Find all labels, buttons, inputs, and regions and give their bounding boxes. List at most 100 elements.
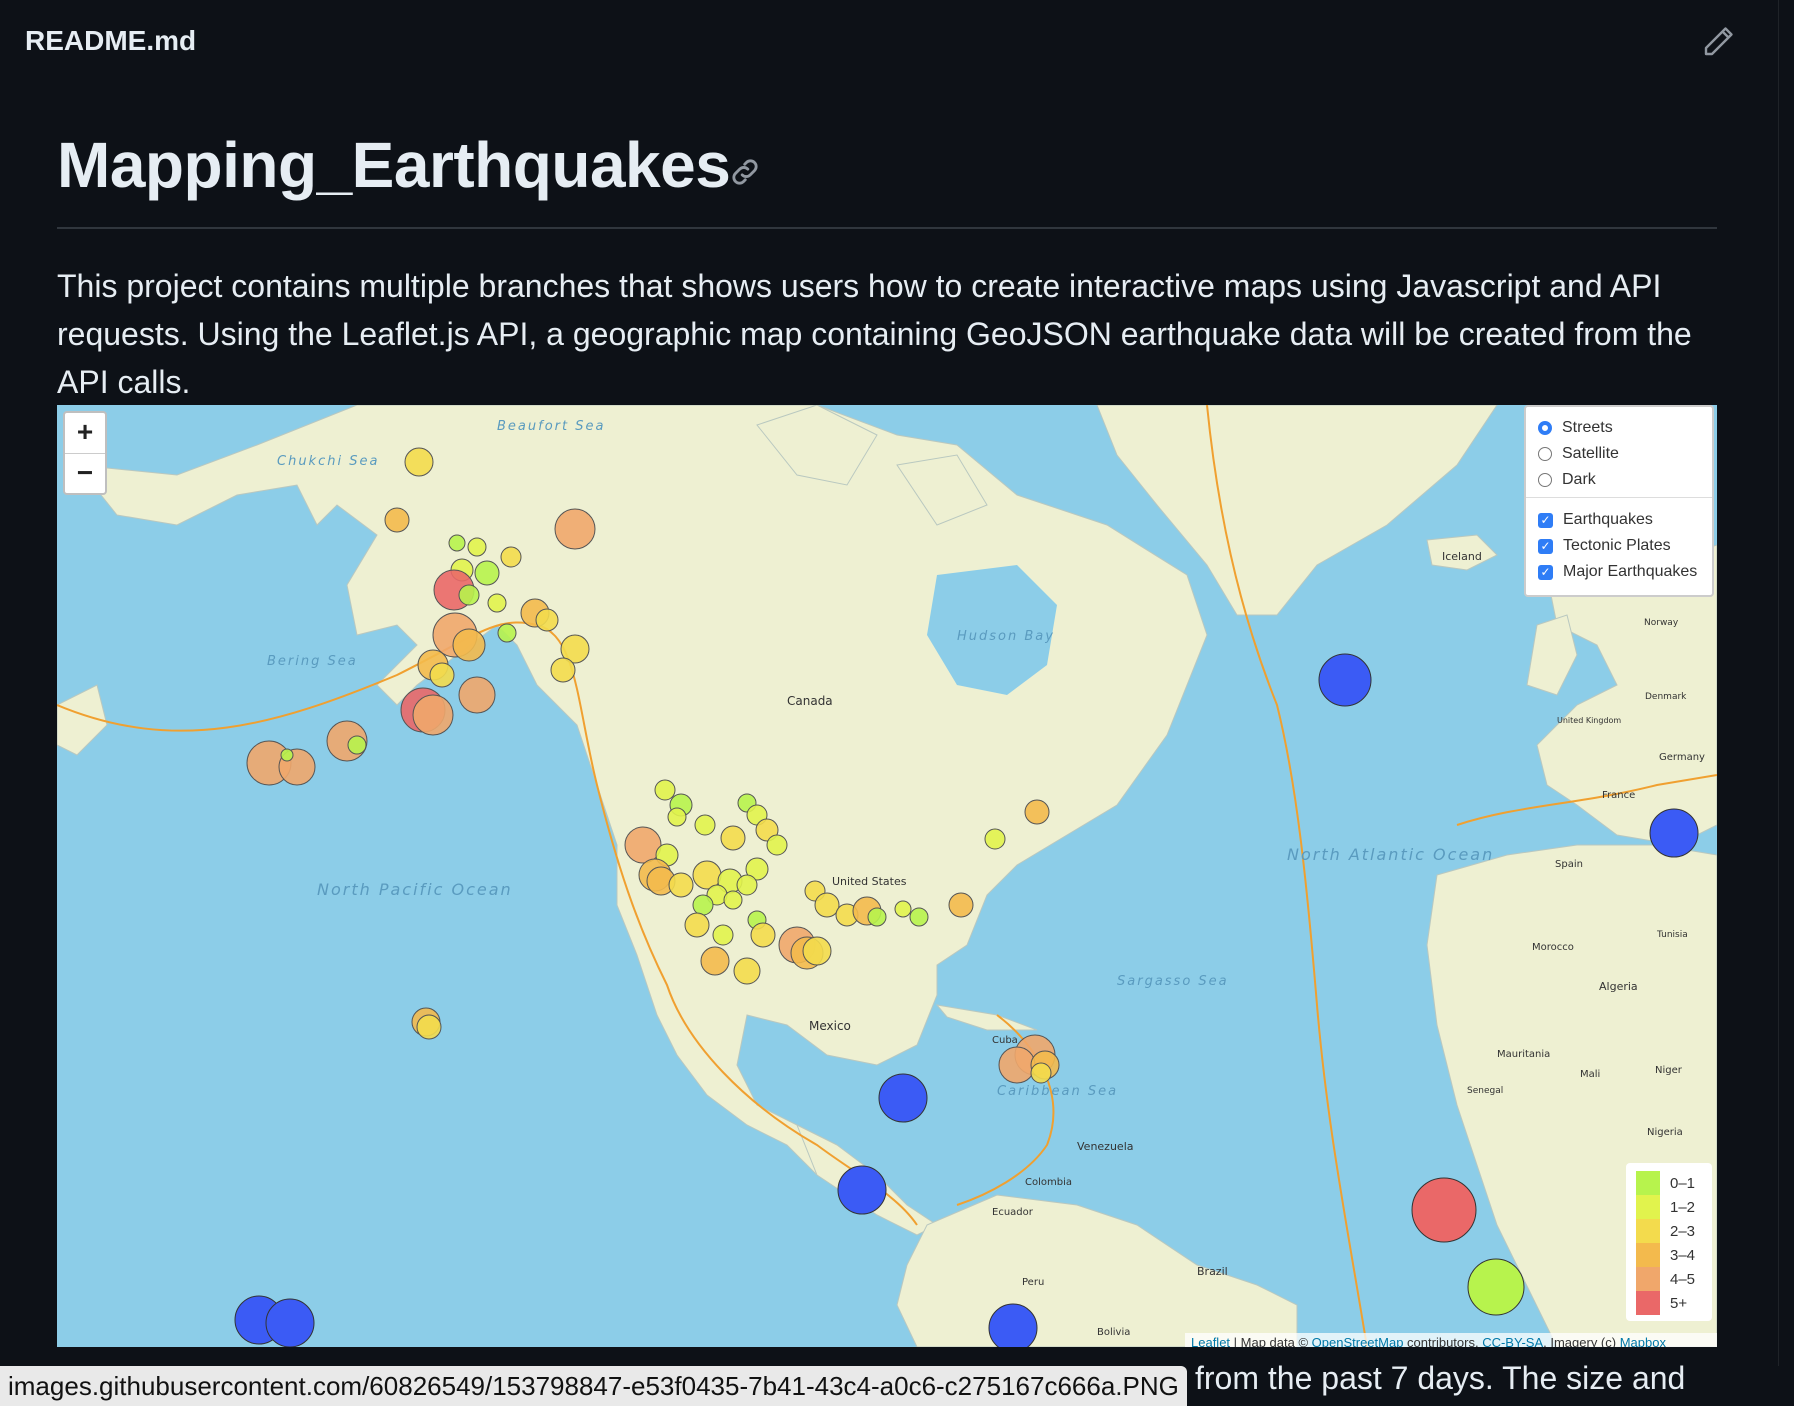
legend-item: 4–5 xyxy=(1636,1267,1695,1291)
scrollbar[interactable] xyxy=(1778,0,1794,1366)
earthquake-marker[interactable] xyxy=(766,834,788,856)
earthquake-marker[interactable] xyxy=(723,890,743,910)
earthquake-marker[interactable] xyxy=(667,807,687,827)
earthquake-marker[interactable] xyxy=(404,447,434,477)
osm-link[interactable]: OpenStreetMap xyxy=(1312,1335,1404,1347)
base-layer-satellite[interactable]: Satellite xyxy=(1538,443,1619,465)
map-attribution: Leaflet | Map data © OpenStreetMap contr… xyxy=(1185,1333,1717,1347)
magnitude-legend: 0–1 1–2 2–3 3–4 4–5 5+ xyxy=(1626,1163,1712,1321)
legend-item: 1–2 xyxy=(1636,1195,1695,1219)
overlay-tectonic-plates[interactable]: ✓ Tectonic Plates xyxy=(1538,535,1671,557)
label-brazil: Brazil xyxy=(1197,1265,1228,1278)
earthquake-marker[interactable] xyxy=(668,872,694,898)
link-icon[interactable] xyxy=(728,155,762,189)
label-united-states: United States xyxy=(832,875,907,888)
label-caribbean: Caribbean Sea xyxy=(997,1084,1118,1099)
zoom-in-button[interactable]: + xyxy=(65,413,105,454)
major-earthquake-marker[interactable] xyxy=(837,1165,887,1215)
pencil-icon[interactable] xyxy=(1700,24,1736,60)
earthquake-marker[interactable] xyxy=(694,814,716,836)
earthquake-marker[interactable] xyxy=(867,907,887,927)
earthquake-marker[interactable] xyxy=(684,912,710,938)
label-north-pacific: North Pacific Ocean xyxy=(317,880,513,899)
earthquake-marker[interactable] xyxy=(998,1046,1036,1084)
label-niger: Niger xyxy=(1655,1065,1683,1076)
earthquake-marker[interactable] xyxy=(984,828,1006,850)
earthquake-marker[interactable] xyxy=(750,922,776,948)
earthquake-marker[interactable] xyxy=(692,894,714,916)
legend-swatch xyxy=(1636,1219,1660,1243)
earthquake-marker[interactable] xyxy=(720,825,746,851)
label-tunisia: Tunisia xyxy=(1656,930,1688,940)
earthquake-marker[interactable] xyxy=(452,628,486,662)
earthquake-marker[interactable] xyxy=(384,507,410,533)
earthquake-marker[interactable] xyxy=(347,735,367,755)
mapbox-link[interactable]: Mapbox xyxy=(1620,1335,1666,1347)
layer-divider xyxy=(1526,497,1712,498)
earthquake-marker[interactable] xyxy=(448,534,466,552)
earthquake-marker[interactable] xyxy=(736,874,758,896)
earthquake-marker[interactable] xyxy=(467,537,487,557)
label-algeria: Algeria xyxy=(1599,980,1638,993)
label-cuba: Cuba xyxy=(992,1035,1018,1046)
earthquake-marker[interactable] xyxy=(535,608,559,632)
label-beaufort: Beaufort Sea xyxy=(497,419,605,434)
earthquake-marker[interactable] xyxy=(412,694,454,736)
major-earthquake-marker[interactable] xyxy=(1411,1177,1477,1243)
legend-item: 2–3 xyxy=(1636,1219,1695,1243)
leaflet-link[interactable]: Leaflet xyxy=(1191,1335,1230,1347)
major-earthquake-marker[interactable] xyxy=(878,1073,928,1123)
label-hudson: Hudson Bay xyxy=(957,629,1055,644)
earthquake-map[interactable]: North Pacific Ocean North Atlantic Ocean… xyxy=(57,405,1717,1347)
page-title: Mapping_Earthquakes xyxy=(57,129,731,201)
earthquake-marker[interactable] xyxy=(554,508,596,550)
label-united-kingdom: United Kingdom xyxy=(1557,716,1621,725)
earthquake-marker[interactable] xyxy=(1024,799,1050,825)
radio-icon[interactable] xyxy=(1538,421,1552,435)
earthquake-marker[interactable] xyxy=(712,924,734,946)
major-earthquake-marker[interactable] xyxy=(988,1303,1038,1347)
earthquake-marker[interactable] xyxy=(550,657,576,683)
earthquake-marker[interactable] xyxy=(624,826,662,864)
major-earthquake-marker[interactable] xyxy=(1318,653,1372,707)
zoom-out-button[interactable]: − xyxy=(65,454,105,494)
overlay-earthquakes[interactable]: ✓ Earthquakes xyxy=(1538,509,1653,531)
checkbox-icon[interactable]: ✓ xyxy=(1538,538,1553,554)
layer-control: Streets Satellite Dark ✓ Earthquakes ✓ Tec… xyxy=(1524,405,1714,597)
radio-icon[interactable] xyxy=(1538,473,1552,487)
earthquake-marker[interactable] xyxy=(802,936,832,966)
legend-swatch xyxy=(1636,1267,1660,1291)
earthquake-marker[interactable] xyxy=(1030,1062,1052,1084)
label-canada: Canada xyxy=(787,694,833,708)
earthquake-marker[interactable] xyxy=(700,946,730,976)
earthquake-marker[interactable] xyxy=(474,560,500,586)
earthquake-marker[interactable] xyxy=(948,892,974,918)
base-layer-streets[interactable]: Streets xyxy=(1538,417,1613,439)
earthquake-marker[interactable] xyxy=(733,957,761,985)
earthquake-marker[interactable] xyxy=(280,748,294,762)
license-link[interactable]: CC-BY-SA xyxy=(1482,1335,1543,1347)
earthquake-marker[interactable] xyxy=(894,900,912,918)
earthquake-marker[interactable] xyxy=(654,779,676,801)
earthquake-marker[interactable] xyxy=(458,676,496,714)
continuation-text: from the past 7 days. The size and xyxy=(1195,1360,1686,1396)
earthquake-marker[interactable] xyxy=(497,623,517,643)
overlay-major-earthquakes[interactable]: ✓ Major Earthquakes xyxy=(1538,561,1697,583)
earthquake-marker[interactable] xyxy=(429,662,455,688)
earthquake-marker[interactable] xyxy=(458,584,480,606)
major-earthquake-marker[interactable] xyxy=(265,1298,315,1347)
checkbox-icon[interactable]: ✓ xyxy=(1538,512,1553,528)
checkbox-icon[interactable]: ✓ xyxy=(1538,564,1553,580)
earthquake-marker[interactable] xyxy=(814,892,840,918)
earthquake-marker[interactable] xyxy=(416,1014,442,1040)
base-layer-dark[interactable]: Dark xyxy=(1538,469,1596,491)
label-iceland: Iceland xyxy=(1442,550,1482,563)
earthquake-marker[interactable] xyxy=(909,907,929,927)
label-ecuador: Ecuador xyxy=(992,1207,1034,1218)
earthquake-marker[interactable] xyxy=(487,593,507,613)
radio-icon[interactable] xyxy=(1538,447,1552,461)
label-senegal: Senegal xyxy=(1467,1086,1503,1096)
earthquake-marker[interactable] xyxy=(500,546,522,568)
major-earthquake-marker[interactable] xyxy=(1649,808,1699,858)
major-earthquake-marker[interactable] xyxy=(1467,1258,1525,1316)
